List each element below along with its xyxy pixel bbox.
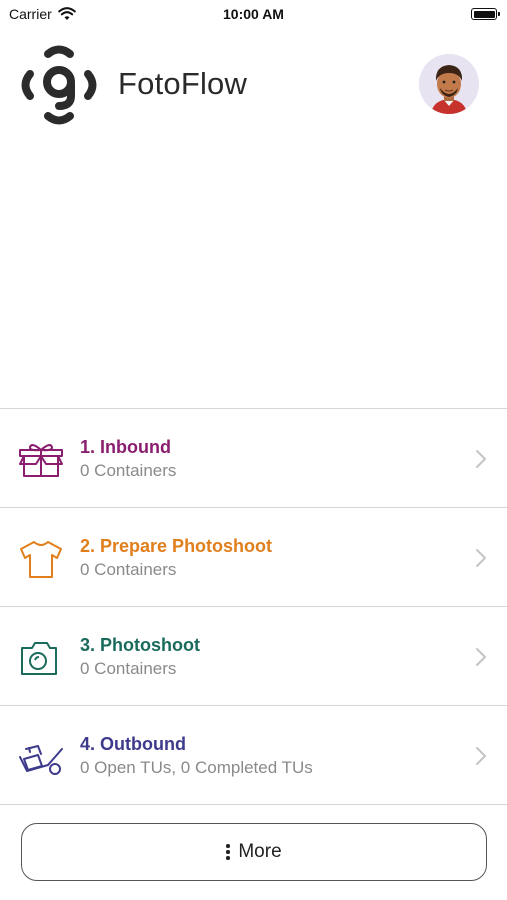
more-button-label: More — [238, 841, 282, 862]
step-row-photoshoot[interactable]: 3. Photoshoot 0 Containers — [0, 607, 507, 706]
more-vertical-icon — [226, 844, 230, 860]
chevron-right-icon — [476, 549, 486, 567]
step-title: 1. Inbound — [80, 437, 171, 457]
user-avatar[interactable] — [419, 54, 479, 114]
chevron-right-icon — [476, 747, 486, 765]
step-row-inbound[interactable]: 1. Inbound 0 Containers — [0, 409, 507, 508]
user-avatar-icon — [419, 54, 479, 114]
step-subtitle: 0 Containers — [80, 560, 177, 579]
battery-icon — [471, 8, 500, 20]
app-title: FotoFlow — [118, 66, 248, 101]
camera-icon — [21, 642, 57, 675]
status-time: 10:00 AM — [223, 6, 284, 22]
more-button[interactable]: More — [21, 823, 487, 881]
step-row-outbound[interactable]: 4. Outbound 0 Open TUs, 0 Completed TUs — [0, 706, 507, 805]
step-title: 3. Photoshoot — [80, 635, 200, 655]
t-shirt-icon — [20, 541, 62, 578]
status-bar: Carrier 10:00 AM — [0, 0, 507, 28]
fotoflow-logo-icon — [21, 45, 97, 125]
step-title: 2. Prepare Photoshoot — [80, 536, 273, 556]
step-subtitle: 0 Containers — [80, 461, 177, 480]
app-header: FotoFlow — [0, 40, 507, 130]
step-subtitle: 0 Open TUs, 0 Completed TUs — [80, 758, 313, 777]
step-subtitle: 0 Containers — [80, 659, 177, 678]
hand-truck-icon — [19, 745, 63, 775]
step-row-prepare-photoshoot[interactable]: 2. Prepare Photoshoot 0 Containers — [0, 508, 507, 607]
step-title: 4. Outbound — [80, 734, 186, 754]
chevron-right-icon — [476, 648, 486, 666]
gift-box-icon — [19, 444, 63, 477]
chevron-right-icon — [476, 450, 486, 468]
workflow-steps-list: 1. Inbound 0 Containers 2. Prepare Photo… — [0, 408, 507, 805]
